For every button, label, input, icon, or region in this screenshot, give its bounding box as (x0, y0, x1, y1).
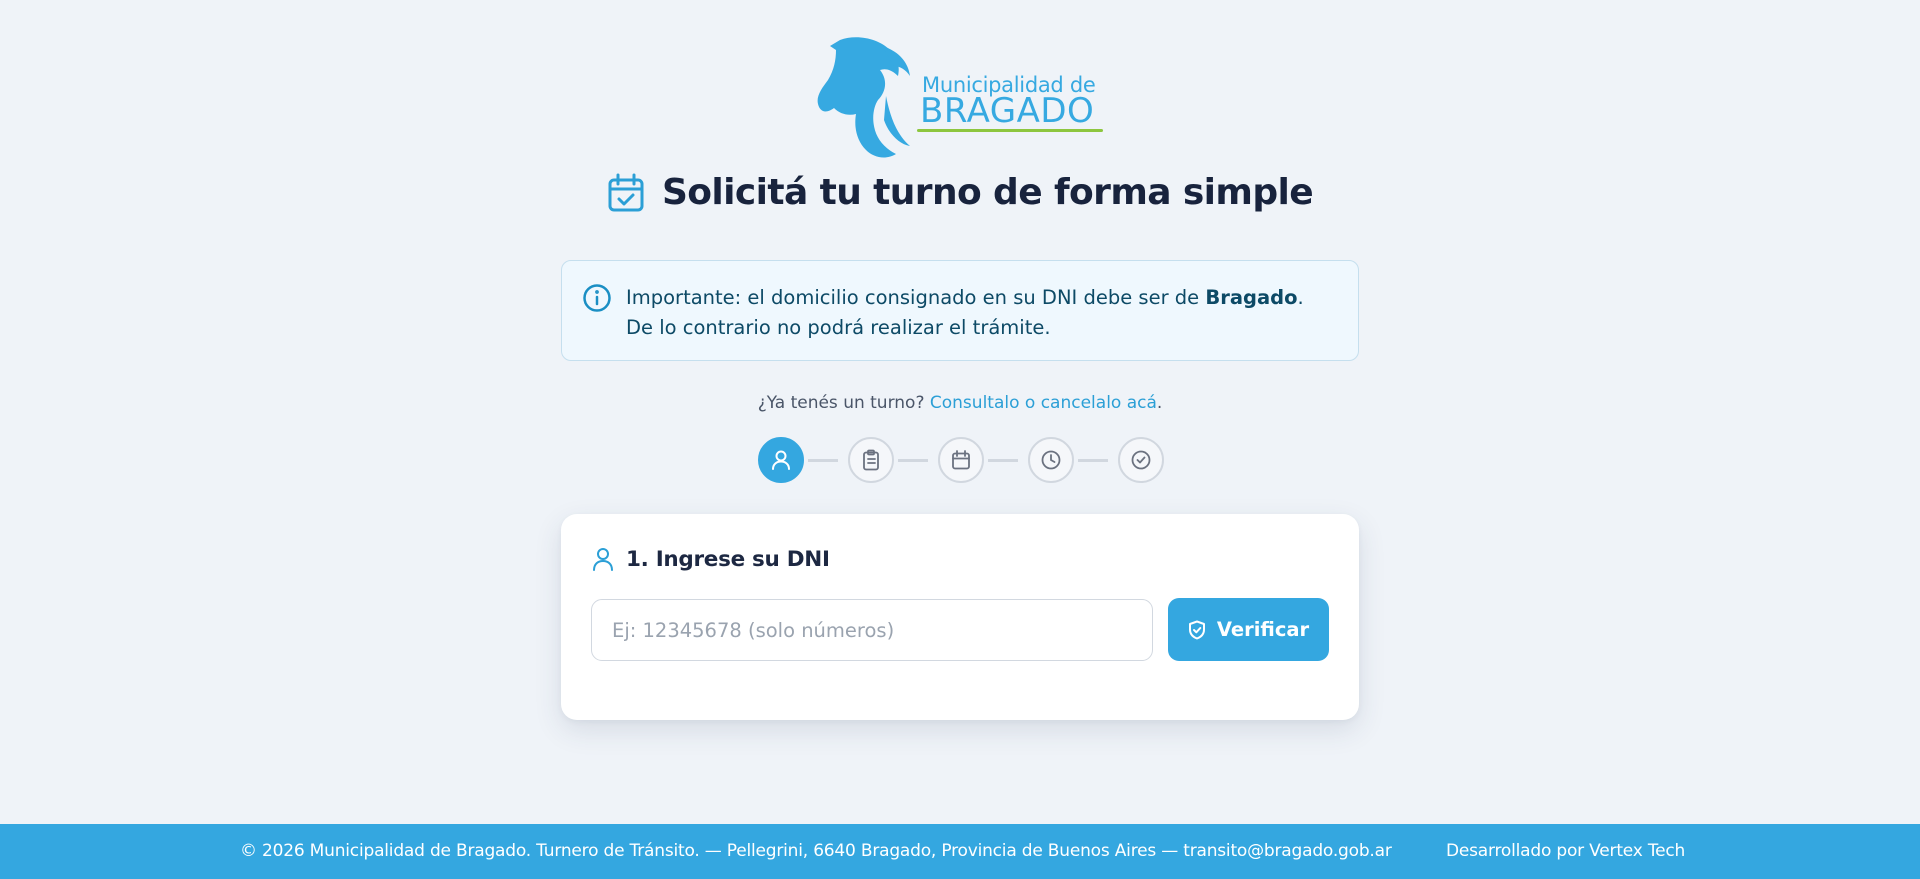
important-notice: Importante: el domicilio consignado en s… (561, 260, 1359, 361)
municipality-logo: Municipalidad de BRAGADO (816, 36, 1106, 166)
clipboard-icon (863, 449, 879, 471)
footer-credit: Desarrollado por Vertex Tech (1446, 841, 1686, 861)
step-date (938, 437, 984, 483)
check-circle-icon (1131, 450, 1151, 470)
shield-check-icon (1188, 620, 1205, 639)
verify-button[interactable]: Verificar (1168, 598, 1329, 661)
page-title-row: Solicitá tu turno de forma simple (0, 172, 1920, 213)
step-connector (1078, 459, 1108, 462)
step-connector (988, 459, 1018, 462)
info-icon (583, 284, 611, 312)
step-dni (758, 437, 804, 483)
dni-card-title: 1. Ingrese su DNI (626, 546, 830, 572)
user-icon (593, 548, 613, 571)
user-icon (772, 450, 790, 470)
verify-button-label: Verificar (1216, 618, 1310, 641)
existing-turn-prompt: ¿Ya tenés un turno? Consultalo o cancela… (757, 393, 1163, 413)
notice-bold-city: Bragado (1205, 286, 1298, 309)
dni-card-header: 1. Ingrese su DNI (591, 546, 830, 572)
existing-turn-question: ¿Ya tenés un turno? (757, 393, 925, 413)
calendar-icon (952, 450, 970, 470)
footer-info: © 2026 Municipalidad de Bragado. Turnero… (240, 841, 1392, 861)
logo-title: BRAGADO (920, 91, 1095, 131)
page-title: Solicitá tu turno de forma simple (661, 172, 1314, 213)
step-confirm (1118, 437, 1164, 483)
consult-cancel-link[interactable]: Consultalo o cancelalo acá (930, 393, 1157, 413)
notice-text: Importante: el domicilio consignado en s… (626, 286, 1304, 339)
step-procedure (848, 437, 894, 483)
calendar-check-icon (608, 173, 644, 211)
dni-card: 1. Ingrese su DNI Verificar (561, 514, 1359, 720)
step-connector (898, 459, 928, 462)
footer: © 2026 Municipalidad de Bragado. Turnero… (0, 824, 1920, 879)
step-time (1028, 437, 1074, 483)
logo-underline (917, 129, 1103, 132)
horse-head-icon (817, 37, 910, 158)
dni-input[interactable] (591, 599, 1153, 661)
step-connector (808, 459, 838, 462)
clock-icon (1041, 450, 1061, 470)
